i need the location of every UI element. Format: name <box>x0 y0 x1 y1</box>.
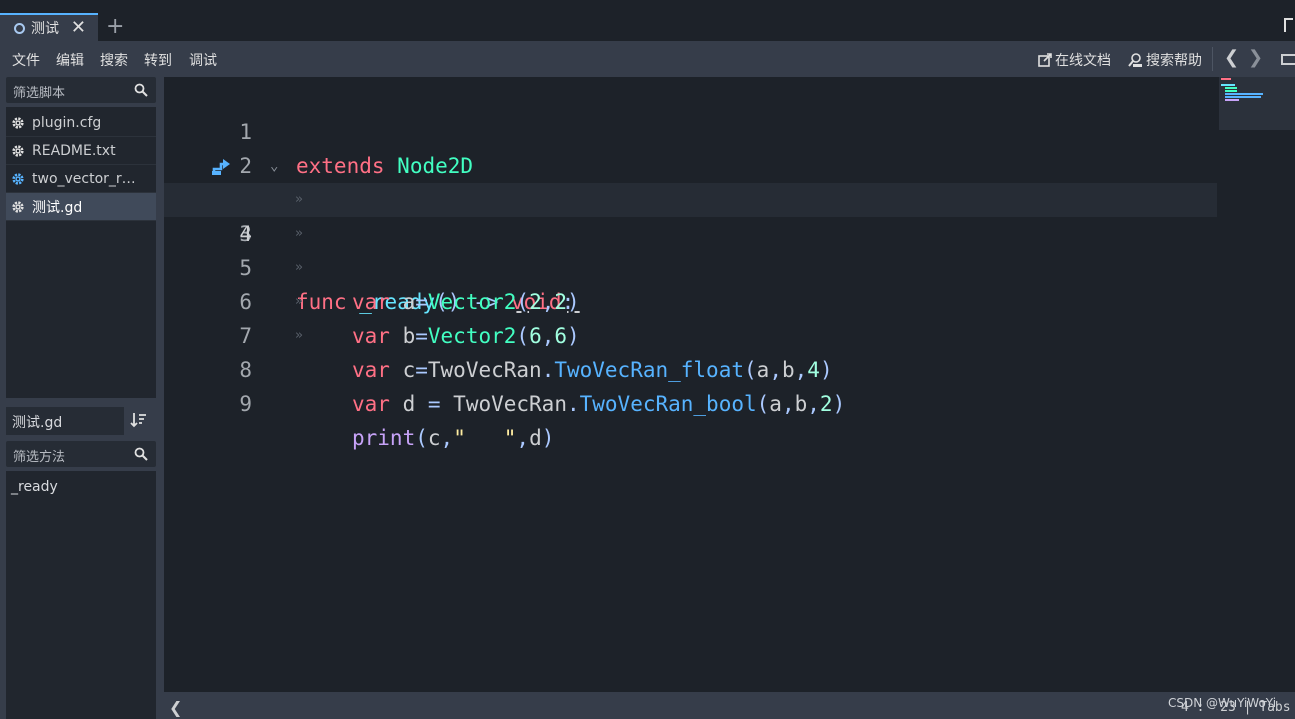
code-line-8[interactable]: 8 » print(c," ",d) <box>164 319 1217 450</box>
minimap-stroke <box>1225 93 1263 95</box>
builtin-function: print <box>352 426 416 450</box>
gear-icon <box>12 172 24 185</box>
identifier: a <box>769 392 782 416</box>
script-label: two_vector_ran... <box>32 170 144 187</box>
scroll-left-arrow-icon[interactable]: ❮ <box>169 698 182 717</box>
sort-icon[interactable] <box>130 411 148 429</box>
method-list: _ready <box>6 471 156 719</box>
tab-marker: » <box>295 260 303 275</box>
tab-label: 测试 <box>31 21 59 37</box>
code-editor[interactable]: 1 extends Node2D 2 3 ⌄ func _ready() -> … <box>164 77 1295 692</box>
code-line-1[interactable]: 1 extends Node2D <box>164 81 1217 178</box>
code-line-9[interactable]: 9 <box>164 353 1217 416</box>
comma: , <box>781 392 795 416</box>
search-help-button[interactable]: 搜索帮助 <box>1127 50 1202 70</box>
tab-test[interactable]: 测试 ✕ <box>0 13 98 41</box>
function-call: TwoVecRan_bool <box>579 392 757 416</box>
add-tab-button[interactable]: + <box>106 14 124 40</box>
operator: = <box>427 392 441 416</box>
gear-icon <box>12 144 24 157</box>
script-item-two-vector-random[interactable]: two_vector_ran... <box>6 165 156 193</box>
minimap-stroke <box>1225 90 1237 92</box>
close-tab-icon[interactable]: ✕ <box>71 17 86 38</box>
method-filter-placeholder: 筛选方法 <box>13 450 66 465</box>
minimap-stroke <box>1225 99 1239 101</box>
status-bar: ❮ 4 : 23 | Tabs <box>164 692 1295 719</box>
line-number: 9 <box>239 392 252 416</box>
code-line-4[interactable]: 4 » var a=Vector2(2,2) <box>164 183 1217 314</box>
string-literal: " " <box>453 426 517 450</box>
fullscreen-icon[interactable] <box>1284 18 1293 32</box>
method-item-ready[interactable]: _ready <box>11 479 58 495</box>
menu-bar: 文件 编辑 搜索 转到 调试 在线文档 搜索帮助 ❮ ❯ <box>0 41 1295 77</box>
code-line-2[interactable]: 2 <box>164 115 1217 178</box>
method-filter-input[interactable]: 筛选方法 <box>6 441 156 467</box>
script-item-plugin-cfg[interactable]: plugin.cfg <box>6 109 156 137</box>
identifier: c <box>427 426 441 450</box>
search-help-label: 搜索帮助 <box>1146 53 1202 69</box>
tab-bar: 测试 ✕ + <box>0 0 1295 41</box>
comma: , <box>807 392 820 416</box>
code-line-5[interactable]: 5 » var b=Vector2(6,6) <box>164 217 1217 348</box>
minimap-stroke <box>1225 87 1237 89</box>
script-list-panel: 筛选脚本 plugin.cfg README.txt two_vector_ra… <box>0 77 162 719</box>
minimap-stroke <box>1225 96 1261 98</box>
paren: ) <box>832 392 846 416</box>
tab-marker: » <box>295 226 303 241</box>
script-filter-input[interactable]: 筛选脚本 <box>6 77 156 103</box>
gear-icon <box>12 200 24 213</box>
minimap-stroke <box>1221 78 1231 80</box>
code-line-6[interactable]: 6 » var c=TwoVecRan.TwoVecRan_float(a,b,… <box>164 251 1217 382</box>
search-icon <box>134 83 148 97</box>
script-list: plugin.cfg README.txt two_vector_ran... … <box>6 107 156 398</box>
help-search-icon <box>1128 53 1142 67</box>
menu-search[interactable]: 搜索 <box>100 50 128 70</box>
external-link-icon <box>1038 53 1052 67</box>
script-filter-placeholder: 筛选脚本 <box>13 86 66 101</box>
top-strip <box>0 0 1295 13</box>
tab-marker: » <box>295 192 303 207</box>
minimap[interactable] <box>1219 77 1295 130</box>
gear-icon <box>12 116 24 129</box>
identifier: TwoVecRan <box>440 392 567 416</box>
code-line-3[interactable]: 3 ⌄ func _ready() -> void: <box>164 149 1217 314</box>
comma: , <box>516 426 530 450</box>
menu-goto[interactable]: 转到 <box>144 50 172 70</box>
override-method-icon[interactable] <box>212 158 232 175</box>
menu-edit[interactable]: 编辑 <box>56 50 84 70</box>
minimap-stroke <box>1221 84 1235 86</box>
identifier: d <box>529 426 542 450</box>
script-label: README.txt <box>32 142 116 159</box>
identifier: b <box>794 392 808 416</box>
number: 2 <box>819 392 833 416</box>
forward-arrow-icon[interactable]: ❯ <box>1248 47 1263 68</box>
search-icon <box>134 447 148 461</box>
current-file-name: 测试.gd <box>6 407 124 435</box>
script-editor-window: 测试 ✕ + 文件 编辑 搜索 转到 调试 在线文档 搜索帮助 ❮ ❯ 筛选脚本 <box>0 0 1295 719</box>
fold-chevron-icon[interactable]: ⌄ <box>270 149 278 183</box>
tab-marker: » <box>295 294 303 309</box>
online-docs-button[interactable]: 在线文档 <box>1038 50 1111 70</box>
paren: ) <box>541 426 555 450</box>
toggle-panel-icon[interactable] <box>1281 54 1295 65</box>
paren: ( <box>415 426 428 450</box>
script-label: plugin.cfg <box>32 114 102 131</box>
watermark: CSDN @WuYiWoYi <box>1168 696 1277 710</box>
code-line-7[interactable]: 7 » var d = TwoVecRan.TwoVecRan_bool(a,b… <box>164 285 1217 416</box>
dot: . <box>566 392 580 416</box>
script-item-readme[interactable]: README.txt <box>6 137 156 165</box>
scene-circle-icon <box>14 22 25 34</box>
script-label: 测试.gd <box>32 199 83 216</box>
identifier: d <box>389 392 428 416</box>
paren: ( <box>756 392 770 416</box>
comma: , <box>440 426 454 450</box>
keyword: var <box>352 392 390 416</box>
menu-debug[interactable]: 调试 <box>189 50 217 70</box>
menu-file[interactable]: 文件 <box>12 50 40 70</box>
menu-separator <box>1212 47 1213 71</box>
back-arrow-icon[interactable]: ❮ <box>1224 47 1239 68</box>
tab-marker: » <box>295 328 303 343</box>
script-item-test-gd[interactable]: 测试.gd <box>6 193 156 221</box>
online-docs-label: 在线文档 <box>1055 53 1111 69</box>
